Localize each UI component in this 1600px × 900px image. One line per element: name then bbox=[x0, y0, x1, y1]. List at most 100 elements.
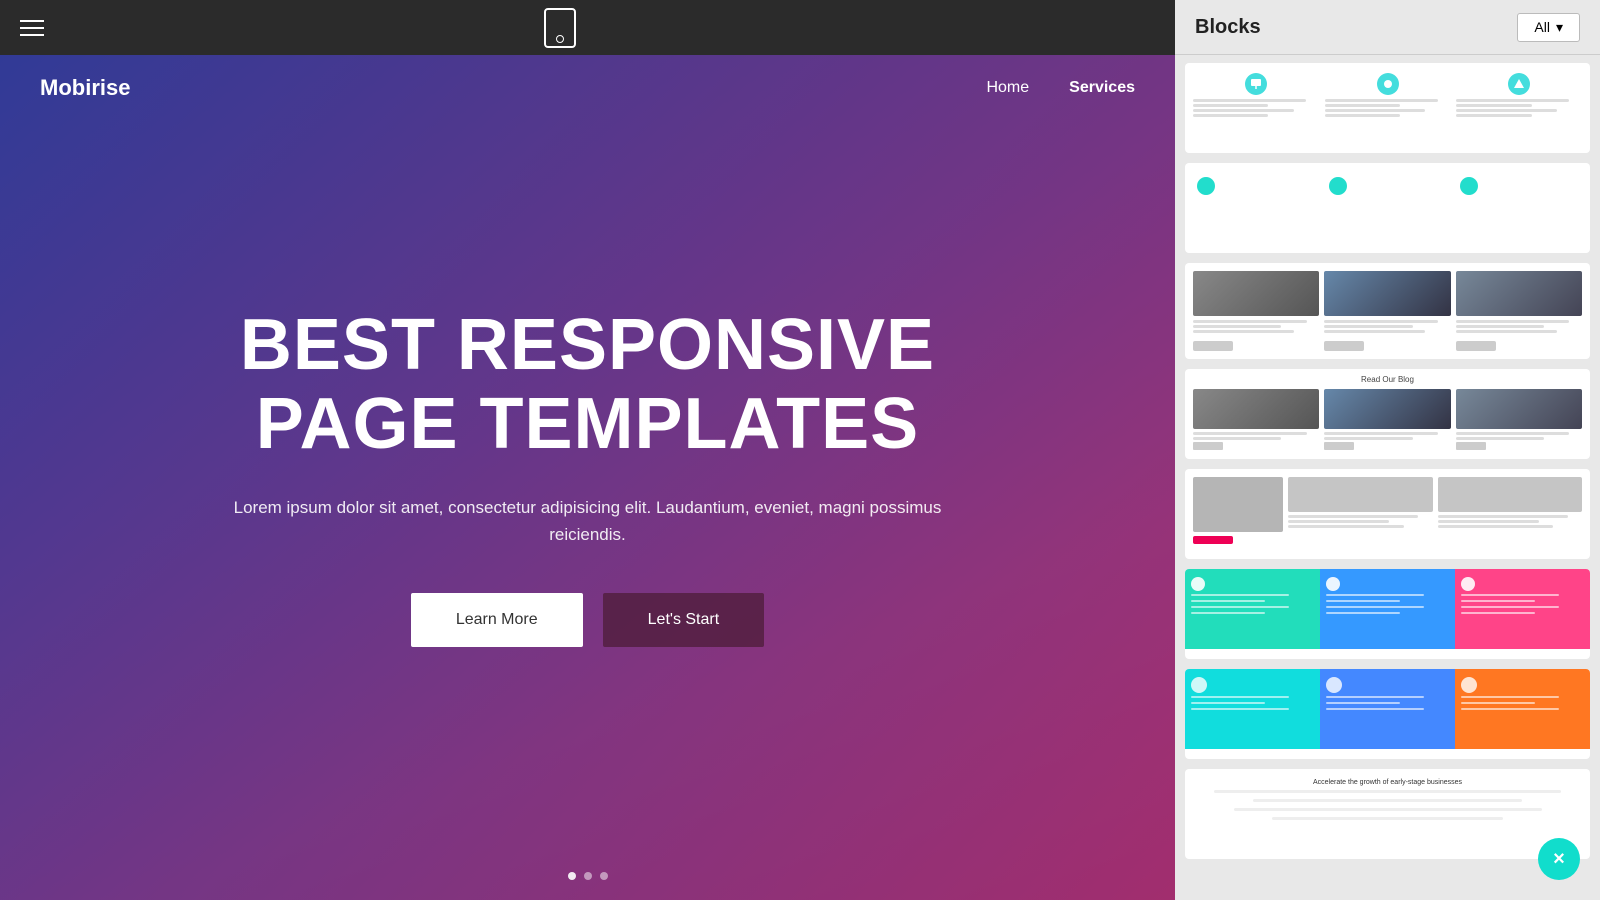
block-8-content: Accelerate the growth of early-stage bus… bbox=[1185, 769, 1590, 832]
hero-title: BEST RESPONSIVE PAGE TEMPLATES bbox=[240, 306, 935, 464]
nav-link-home[interactable]: Home bbox=[986, 79, 1029, 97]
block-7-line-3b bbox=[1461, 702, 1535, 704]
panel-header: Blocks All ▾ bbox=[1175, 0, 1600, 55]
block-7-col-2 bbox=[1320, 669, 1455, 749]
carousel-dot-3[interactable] bbox=[600, 872, 608, 880]
block-8-header: Accelerate the growth of early-stage bus… bbox=[1313, 779, 1462, 786]
block-4-btn-1 bbox=[1193, 442, 1223, 450]
block-4-cards bbox=[1193, 389, 1582, 450]
hero-subtitle: Lorem ipsum dolor sit amet, consectetur … bbox=[218, 494, 958, 548]
carousel-dots bbox=[0, 872, 1175, 900]
block-7-icon-3 bbox=[1461, 677, 1477, 693]
all-dropdown-label: All bbox=[1534, 19, 1550, 35]
block-3-card-2 bbox=[1324, 271, 1450, 351]
block-4-card-2 bbox=[1324, 389, 1450, 450]
block-6-line-3a bbox=[1461, 594, 1559, 596]
block-4-card-1 bbox=[1193, 389, 1319, 450]
block-4-content: Read Our Blog bbox=[1185, 369, 1590, 456]
block-3-lines-3 bbox=[1456, 320, 1582, 335]
block-1-content bbox=[1185, 63, 1590, 129]
block-5-content bbox=[1185, 469, 1590, 552]
lets-start-button[interactable]: Let's Start bbox=[603, 593, 765, 647]
chevron-down-icon: ▾ bbox=[1556, 19, 1563, 36]
hero-section: Mobirise Home Services BEST RESPONSIVE P… bbox=[0, 55, 1175, 900]
hero-navbar: Mobirise Home Services bbox=[0, 55, 1175, 121]
block-1-icon-3 bbox=[1508, 73, 1530, 95]
block-7-line-1c bbox=[1191, 708, 1289, 710]
block-1-lines-2 bbox=[1325, 99, 1451, 119]
block-thumb-8[interactable]: Accelerate the growth of early-stage bus… bbox=[1185, 769, 1590, 859]
block-7-line-2a bbox=[1326, 696, 1424, 698]
block-thumb-1[interactable] bbox=[1185, 63, 1590, 153]
block-3-lines-1 bbox=[1193, 320, 1319, 335]
block-7-line-2b bbox=[1326, 702, 1400, 704]
block-6-col-1 bbox=[1185, 569, 1320, 649]
block-2-content bbox=[1185, 163, 1590, 232]
block-1-icon-1 bbox=[1245, 73, 1267, 95]
block-thumb-4[interactable]: Read Our Blog bbox=[1185, 369, 1590, 459]
hamburger-icon[interactable] bbox=[20, 20, 44, 36]
block-3-img-1 bbox=[1193, 271, 1319, 316]
block-7-icon-2 bbox=[1326, 677, 1342, 693]
block-5-badge bbox=[1193, 536, 1233, 544]
block-thumb-3[interactable] bbox=[1185, 263, 1590, 359]
block-6-icon-3 bbox=[1461, 577, 1475, 591]
block-5-right bbox=[1288, 477, 1582, 530]
block-3-card-3 bbox=[1456, 271, 1582, 351]
blocks-list: Read Our Blog bbox=[1175, 55, 1600, 900]
block-7-col-1 bbox=[1185, 669, 1320, 749]
block-6-col-3 bbox=[1455, 569, 1590, 649]
block-6-line-3c bbox=[1461, 606, 1559, 608]
right-panel: Blocks All ▾ bbox=[1175, 0, 1600, 900]
top-toolbar bbox=[0, 0, 1175, 55]
block-3-content bbox=[1185, 263, 1590, 359]
block-1-card-1 bbox=[1193, 73, 1319, 119]
all-dropdown-button[interactable]: All ▾ bbox=[1517, 13, 1580, 42]
block-4-card-3 bbox=[1456, 389, 1582, 450]
nav-link-services[interactable]: Services bbox=[1069, 79, 1135, 97]
block-6-line-2a bbox=[1326, 594, 1424, 596]
block-1-lines-1 bbox=[1193, 99, 1319, 119]
block-1-card-3 bbox=[1456, 73, 1582, 119]
block-thumb-5[interactable] bbox=[1185, 469, 1590, 559]
block-6-line-3b bbox=[1461, 600, 1535, 602]
close-panel-button[interactable]: × bbox=[1538, 838, 1580, 880]
block-5-col-2 bbox=[1438, 477, 1583, 530]
block-3-card-1 bbox=[1193, 271, 1319, 351]
block-3-btn-1 bbox=[1193, 341, 1233, 351]
block-7-line-3a bbox=[1461, 696, 1559, 698]
block-6-line-1d bbox=[1191, 612, 1265, 614]
block-4-header: Read Our Blog bbox=[1193, 375, 1582, 384]
block-5-img2-2 bbox=[1438, 477, 1583, 512]
block-5-img2-1 bbox=[1288, 477, 1433, 512]
block-4-img-2 bbox=[1324, 389, 1450, 429]
block-4-img-3 bbox=[1456, 389, 1582, 429]
block-6-line-2c bbox=[1326, 606, 1424, 608]
learn-more-button[interactable]: Learn More bbox=[411, 593, 583, 647]
block-7-content bbox=[1185, 669, 1590, 749]
brand-name: Mobirise bbox=[40, 75, 130, 101]
block-thumb-6[interactable] bbox=[1185, 569, 1590, 659]
mobile-device-icon[interactable] bbox=[544, 8, 576, 48]
block-3-btn-3 bbox=[1456, 341, 1496, 351]
block-thumb-2[interactable] bbox=[1185, 163, 1590, 253]
carousel-dot-1[interactable] bbox=[568, 872, 576, 880]
block-3-img-3 bbox=[1456, 271, 1582, 316]
block-2-dot-3 bbox=[1460, 177, 1478, 195]
block-thumb-7[interactable] bbox=[1185, 669, 1590, 759]
block-3-btn-2 bbox=[1324, 341, 1364, 351]
block-1-icon-2 bbox=[1377, 73, 1399, 95]
block-7-line-3c bbox=[1461, 708, 1559, 710]
block-6-col-2 bbox=[1320, 569, 1455, 649]
block-4-btn-3 bbox=[1456, 442, 1486, 450]
carousel-dot-2[interactable] bbox=[584, 872, 592, 880]
block-6-line-1a bbox=[1191, 594, 1289, 596]
block-4-btn-2 bbox=[1324, 442, 1354, 450]
block-2-card-2 bbox=[1325, 173, 1451, 222]
block-6-icon-1 bbox=[1191, 577, 1205, 591]
panel-title: Blocks bbox=[1195, 16, 1261, 39]
block-7-line-2c bbox=[1326, 708, 1424, 710]
block-2-card-1 bbox=[1193, 173, 1319, 222]
block-7-line-1a bbox=[1191, 696, 1289, 698]
hero-title-line2: PAGE TEMPLATES bbox=[256, 384, 919, 464]
